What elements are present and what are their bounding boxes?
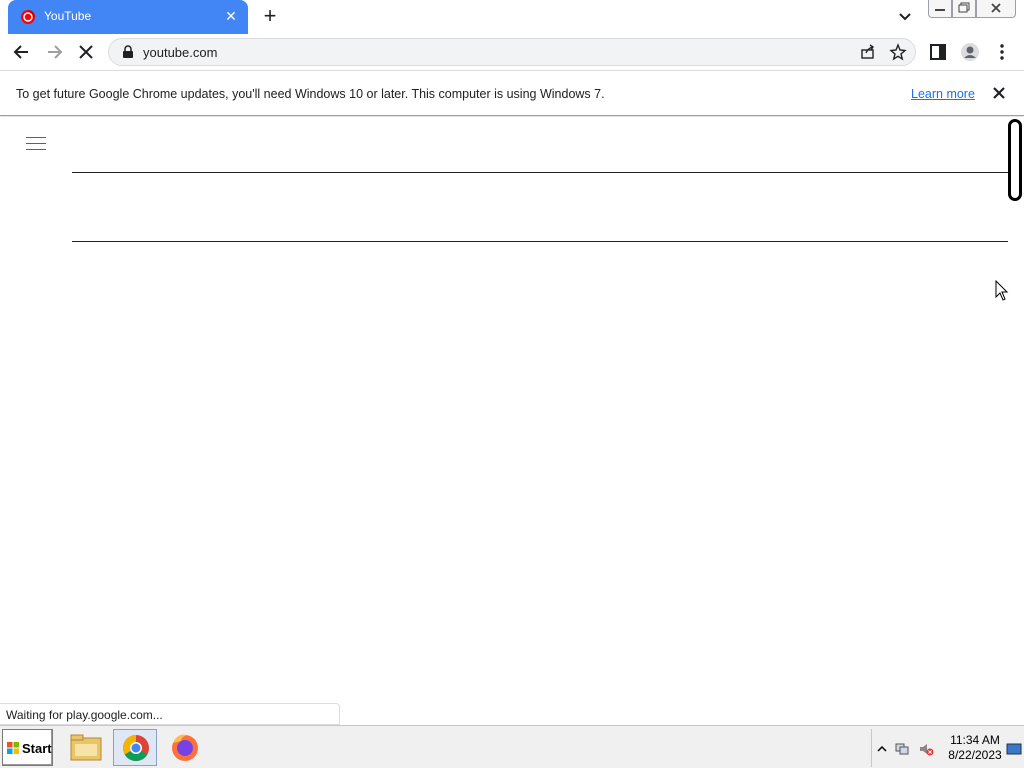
bookmark-star-icon[interactable] [889,43,907,61]
learn-more-link[interactable]: Learn more [911,87,975,101]
system-tray: 11:34 AM 8/22/2023 [871,729,1024,767]
tab-youtube[interactable]: YouTube ✕ [8,0,248,34]
scrollbar-thumb[interactable] [1008,119,1022,201]
file-explorer-icon [70,734,102,761]
clock[interactable]: 11:34 AM 8/22/2023 [944,733,1006,763]
address-bar[interactable]: youtube.com [108,38,916,66]
profile-avatar-icon[interactable] [960,42,980,62]
new-tab-button[interactable]: + [258,5,282,29]
start-label: Start [22,741,52,756]
share-icon[interactable] [859,43,877,61]
start-button[interactable]: Start [2,729,53,766]
status-bubble: Waiting for play.google.com... [0,703,340,725]
file-explorer-taskbar-button[interactable] [64,729,108,766]
lock-icon[interactable] [121,45,135,59]
chrome-icon [122,734,149,762]
clock-date: 8/22/2023 [948,748,1002,762]
back-arrow-icon[interactable] [8,38,36,66]
divider-line [72,241,1008,242]
url-text: youtube.com [143,45,218,60]
windows-taskbar: Start 11:34 AM 8/22/2023 [0,725,1024,768]
tab-search-chevron-icon[interactable] [896,8,914,26]
network-icon[interactable] [894,741,910,757]
forward-arrow-icon[interactable] [40,38,68,66]
firefox-icon [172,734,198,761]
youtube-favicon-icon [21,10,35,24]
stop-loading-icon[interactable] [72,38,100,66]
show-hidden-icons-chevron-icon[interactable] [874,741,890,757]
infobar-message: To get future Google Chrome updates, you… [16,87,605,101]
show-desktop-icon[interactable] [1006,741,1022,757]
minimize-button[interactable] [928,0,952,18]
page-content [0,117,1024,724]
restore-button[interactable] [952,0,976,18]
chrome-taskbar-button[interactable] [113,729,157,766]
hamburger-menu-icon[interactable] [26,137,46,151]
update-infobar: To get future Google Chrome updates, you… [0,70,1024,116]
side-panel-icon[interactable] [928,42,948,62]
close-infobar-icon[interactable] [990,84,1008,102]
clock-time: 11:34 AM [950,733,1000,747]
tab-title: YouTube [44,9,92,23]
windows-logo-icon [7,742,19,754]
firefox-taskbar-button[interactable] [163,729,207,766]
status-text: Waiting for play.google.com... [6,708,163,722]
volume-muted-icon[interactable] [918,741,934,757]
divider-line [72,172,1008,173]
mouse-cursor-icon [995,280,1009,301]
close-tab-icon[interactable]: ✕ [222,7,240,25]
tab-strip: YouTube ✕ + [0,0,1024,34]
browser-toolbar: youtube.com [0,34,1024,70]
menu-kebab-icon[interactable] [992,42,1012,62]
close-window-button[interactable] [976,0,1016,18]
